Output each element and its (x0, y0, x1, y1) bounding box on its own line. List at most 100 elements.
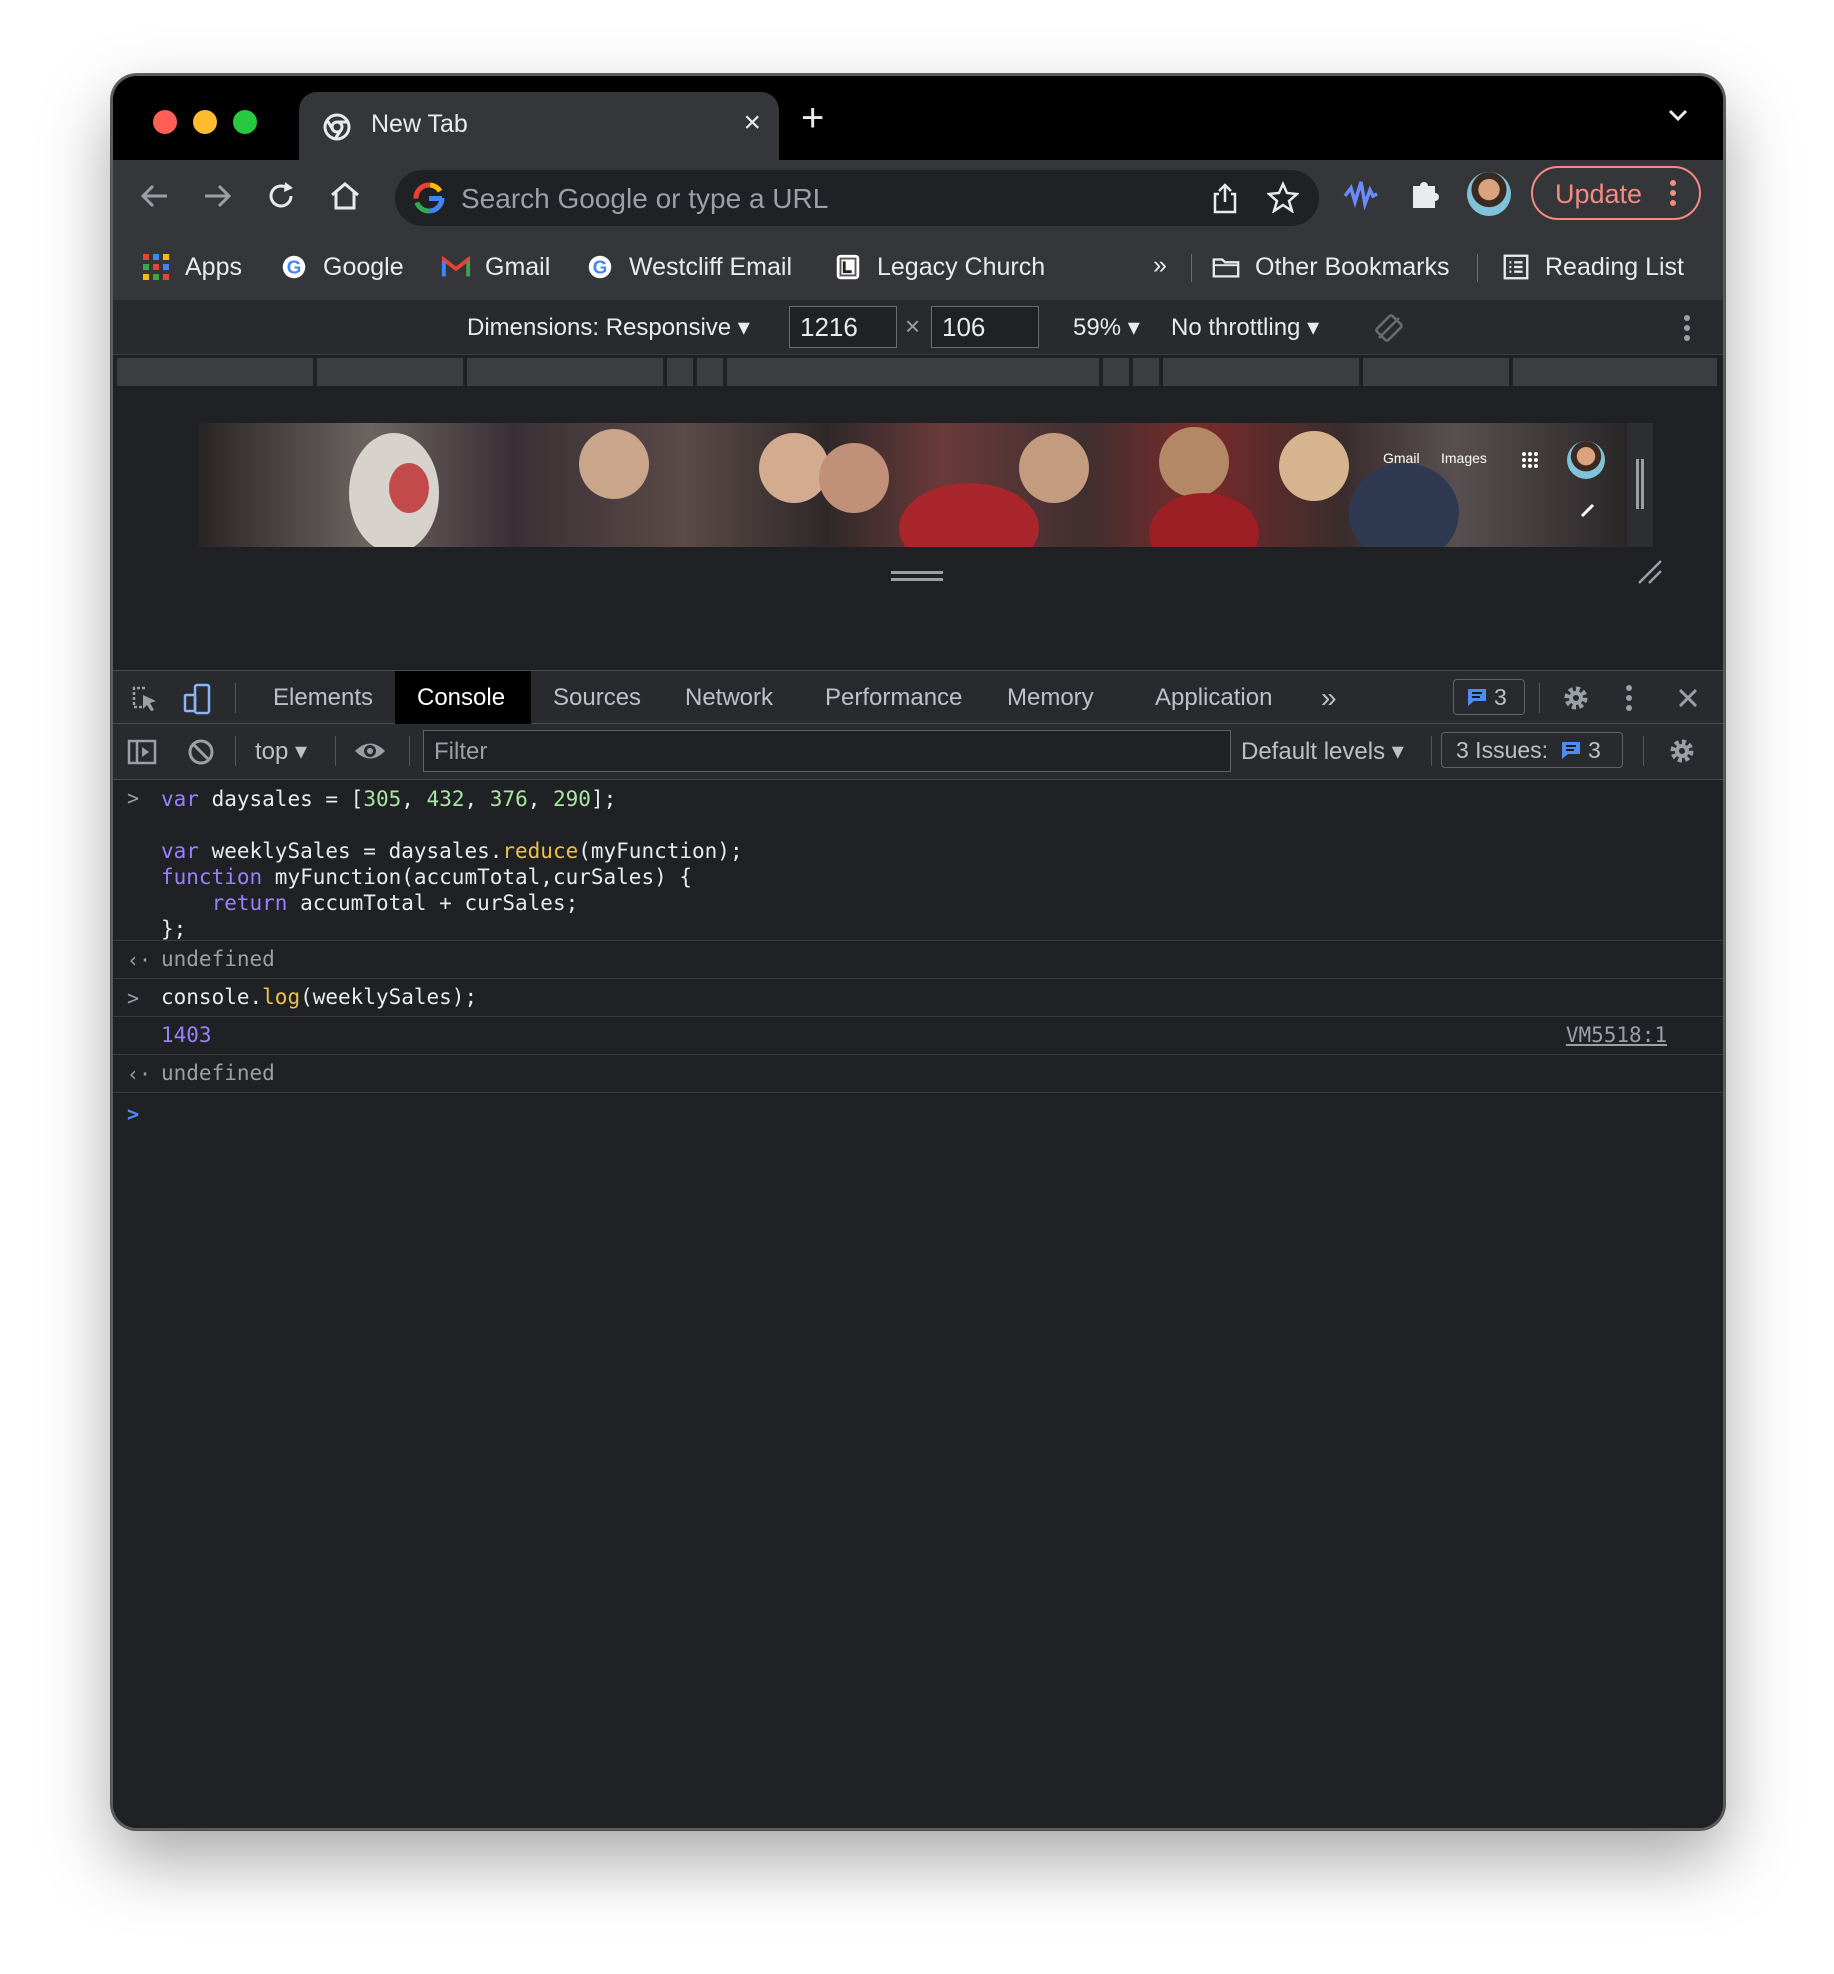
viewport-side-handle[interactable] (1627, 423, 1653, 547)
more-vert-icon (1670, 180, 1676, 206)
close-window-button[interactable] (153, 110, 177, 134)
tab-application[interactable]: Application (1133, 671, 1294, 724)
bookmark-label: Other Bookmarks (1255, 252, 1450, 281)
bookmark-google[interactable]: G Google (279, 250, 404, 284)
extensions-puzzle-icon[interactable] (1407, 176, 1441, 210)
clear-console-icon[interactable] (187, 738, 215, 766)
console-filter-input[interactable]: Filter (423, 730, 1231, 772)
divider (235, 736, 236, 766)
tab-close-icon[interactable]: × (743, 106, 761, 140)
console-output[interactable]: > var daysales = [305, 432, 376, 290]; v… (113, 780, 1723, 1828)
new-tab-button[interactable]: + (801, 96, 824, 141)
code-line: }; (161, 917, 187, 941)
close-devtools-icon[interactable] (1677, 687, 1699, 709)
code-line: function myFunction(accumTotal,curSales)… (161, 865, 693, 889)
minimize-window-button[interactable] (193, 110, 217, 134)
back-arrow-icon[interactable] (137, 178, 173, 214)
share-icon[interactable] (1211, 182, 1239, 214)
rotate-icon[interactable] (1375, 314, 1403, 342)
inspect-element-icon[interactable] (131, 685, 159, 713)
result-arrow-icon: ‹· (127, 948, 152, 972)
live-expression-eye-icon[interactable] (353, 740, 387, 762)
context-selector[interactable]: top ▾ (255, 737, 307, 766)
zoom-dropdown[interactable]: 59% ▾ (1073, 313, 1140, 342)
address-bar-placeholder: Search Google or type a URL (461, 183, 829, 214)
media-query-ruler[interactable] (113, 355, 1723, 387)
issues-button[interactable]: 3 Issues: 3 (1441, 732, 1623, 768)
result-arrow-icon: ‹· (127, 1062, 152, 1086)
code-line: return accumTotal + curSales; (211, 891, 579, 915)
title-bar: New Tab × + (113, 76, 1723, 160)
code-line: console.log(weeklySales); (161, 985, 478, 1009)
google-doodle-background-photo: Gmail Images (199, 423, 1627, 547)
throttling-dropdown[interactable]: No throttling ▾ (1171, 313, 1319, 342)
bookmark-apps[interactable]: Apps (141, 250, 242, 284)
browser-tab[interactable]: New Tab × (299, 92, 779, 160)
tab-memory[interactable]: Memory (985, 671, 1116, 724)
divider (1643, 736, 1644, 766)
bookmark-gmail[interactable]: Gmail (441, 250, 550, 284)
height-input[interactable]: 106 (931, 306, 1039, 348)
extension-wave-icon[interactable] (1343, 176, 1379, 212)
more-options-icon[interactable] (1625, 684, 1633, 712)
console-settings-gear-icon[interactable] (1667, 736, 1697, 766)
address-bar[interactable]: Search Google or type a URL (395, 170, 1319, 226)
tab-search-chevron-icon[interactable] (1667, 104, 1689, 126)
console-prompt-input[interactable] (161, 1096, 1703, 1130)
forward-arrow-icon[interactable] (199, 178, 235, 214)
bookmark-westcliff-email[interactable]: G Westcliff Email (585, 250, 792, 284)
tab-sources[interactable]: Sources (531, 671, 663, 724)
preview-profile-avatar[interactable] (1567, 441, 1605, 479)
reading-list-icon (1503, 254, 1529, 280)
reload-icon[interactable] (263, 178, 299, 214)
divider (409, 736, 410, 766)
width-input[interactable]: 1216 (789, 306, 897, 348)
svg-text:G: G (593, 257, 608, 278)
bookmark-legacy-church[interactable]: Legacy Church (833, 250, 1045, 284)
profile-avatar[interactable] (1467, 172, 1511, 216)
dropdown-arrow-icon: ▾ (295, 738, 308, 765)
resize-corner-icon[interactable] (1637, 559, 1663, 585)
tab-console[interactable]: Console (395, 671, 531, 724)
tab-elements[interactable]: Elements (251, 671, 395, 724)
issues-count: 3 (1588, 736, 1601, 763)
dropdown-arrow-icon: ▾ (1307, 314, 1320, 341)
console-input-entry: > var daysales = [305, 432, 376, 290]; v… (113, 780, 1723, 941)
divider (1477, 254, 1478, 282)
bookmarks-bar: Apps G Google Gmail G Westcliff Email Le… (113, 234, 1723, 301)
dimensions-dropdown[interactable]: Dimensions: Responsive ▾ (467, 313, 750, 342)
device-toolbar: Dimensions: Responsive ▾ 1216 × 106 59% … (113, 300, 1723, 355)
bookmark-other-bookmarks[interactable]: Other Bookmarks (1211, 250, 1450, 284)
bookmarks-overflow-button[interactable]: » (1153, 248, 1167, 282)
viewport-bottom-resize-handle[interactable] (891, 571, 943, 581)
more-options-icon[interactable] (1683, 314, 1691, 342)
tab-network[interactable]: Network (663, 671, 795, 724)
settings-gear-icon[interactable] (1561, 683, 1591, 713)
bookmark-label: Google (323, 252, 404, 281)
browser-window: New Tab × + Search Google or type a URL … (111, 74, 1725, 1830)
preview-apps-grid-icon[interactable] (1521, 451, 1539, 469)
source-link[interactable]: VM5518:1 (1566, 1022, 1667, 1048)
log-levels-dropdown[interactable]: Default levels ▾ (1241, 737, 1404, 766)
device-toggle-icon[interactable] (183, 683, 213, 715)
more-tabs-button[interactable]: » (1299, 669, 1359, 722)
tab-title: New Tab (371, 110, 468, 138)
tab-performance[interactable]: Performance (803, 671, 984, 724)
preview-gmail-link[interactable]: Gmail (1383, 450, 1420, 466)
messages-badge[interactable]: 3 (1453, 679, 1525, 715)
input-chevron-icon: > (127, 986, 140, 1010)
bookmark-star-icon[interactable] (1267, 181, 1299, 213)
update-button[interactable]: Update (1531, 166, 1701, 220)
update-label: Update (1555, 179, 1643, 209)
sidebar-toggle-icon[interactable] (127, 738, 157, 766)
console-log-entry: 1403 VM5518:1 (113, 1016, 1723, 1055)
pencil-icon[interactable] (1579, 501, 1597, 519)
bookmark-label: Apps (185, 252, 242, 281)
home-icon[interactable] (327, 178, 363, 214)
reading-list-button[interactable]: Reading List (1501, 250, 1684, 284)
dropdown-arrow-icon: ▾ (1391, 738, 1404, 765)
preview-images-link[interactable]: Images (1441, 450, 1487, 466)
issues-label: 3 Issues: (1456, 736, 1549, 763)
maximize-window-button[interactable] (233, 110, 257, 134)
divider (235, 683, 236, 713)
